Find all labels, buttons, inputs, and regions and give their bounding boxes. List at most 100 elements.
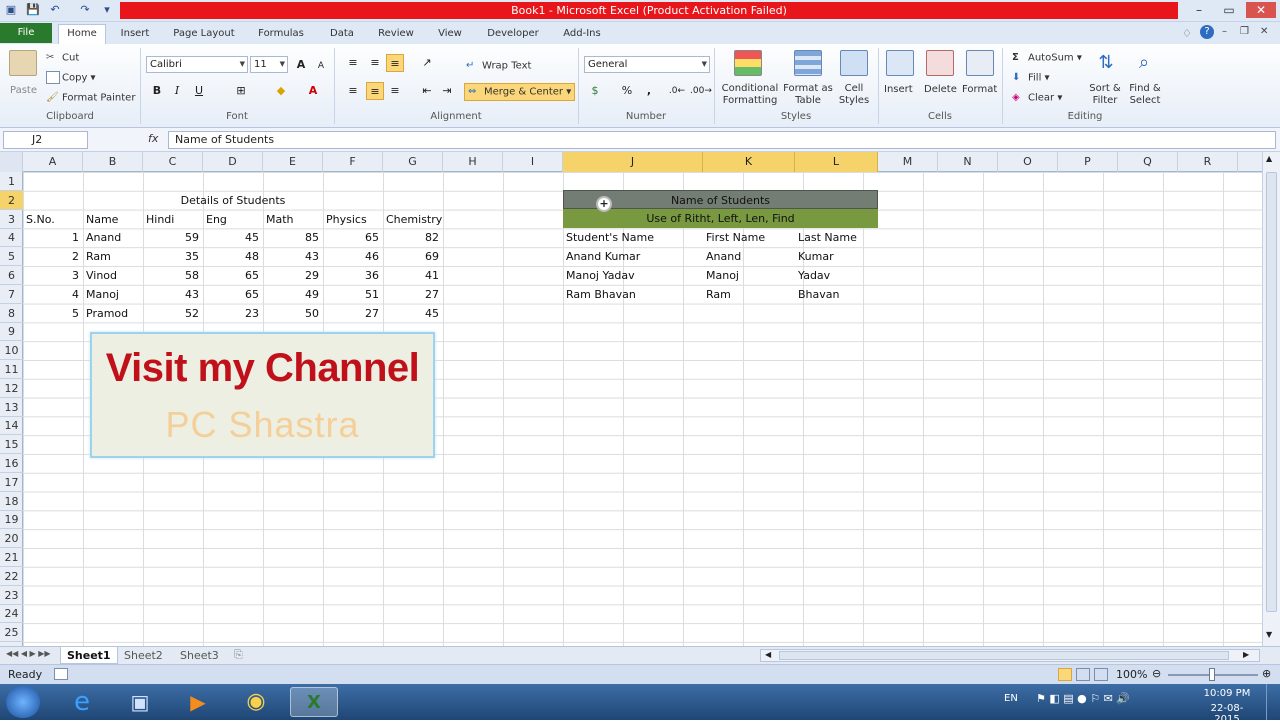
row-header[interactable]: 14 xyxy=(0,416,23,436)
sheet-nav-icon[interactable]: ◀◀ ◀ ▶ ▶▶ xyxy=(6,649,51,658)
col-header[interactable]: F xyxy=(323,152,383,172)
horizontal-scrollbar[interactable]: ◀ ▶ xyxy=(760,649,1260,662)
collapse-ribbon-icon[interactable]: ♢ xyxy=(1182,27,1192,40)
help-icon[interactable]: ? xyxy=(1200,25,1214,39)
table1-header-cell[interactable]: Chemistry xyxy=(383,210,443,229)
table1-cell[interactable]: 52 xyxy=(143,304,203,323)
table1-cell[interactable]: 41 xyxy=(383,266,443,285)
table1-cell[interactable]: 43 xyxy=(143,285,203,304)
table1-cell[interactable]: 58 xyxy=(143,266,203,285)
redo-icon[interactable]: ↷ xyxy=(78,3,92,17)
select-all-button[interactable] xyxy=(0,152,23,172)
table1-cell[interactable]: 5 xyxy=(23,304,83,323)
tray-icons[interactable]: ⚑ ◧ ▤ ● ⚐ ✉ 🔊 xyxy=(1036,692,1130,705)
show-desktop-button[interactable] xyxy=(1266,684,1280,720)
insert-sheet-icon[interactable]: ⎘ xyxy=(234,648,243,662)
col-header[interactable]: I xyxy=(503,152,563,172)
format-button[interactable]: Format xyxy=(962,83,997,96)
h-scroll-thumb[interactable] xyxy=(779,651,1229,660)
clock-date[interactable]: 22-08-2015 xyxy=(1198,703,1256,725)
underline-button[interactable]: U xyxy=(190,82,208,100)
merged-subtitle-cell[interactable]: Use of Ritht, Left, Len, Find xyxy=(563,209,878,228)
row-header[interactable]: 18 xyxy=(0,492,23,511)
col-header[interactable]: M xyxy=(878,152,938,172)
page-break-view-icon[interactable] xyxy=(1094,668,1108,681)
table2-cell[interactable]: Manoj xyxy=(703,266,795,285)
tab-view[interactable]: View xyxy=(430,25,470,44)
shrink-font-button[interactable]: A xyxy=(312,57,330,75)
scroll-left-icon[interactable]: ◀ xyxy=(765,650,771,659)
sheet-tab[interactable]: Sheet1 xyxy=(60,647,118,664)
row-header[interactable]: 7 xyxy=(0,285,23,304)
align-top-icon[interactable]: ≡ xyxy=(344,54,362,72)
row-header[interactable]: 8 xyxy=(0,304,23,323)
table1-cell[interactable]: Vinod xyxy=(83,266,143,285)
table1-cell[interactable]: Pramod xyxy=(83,304,143,323)
macro-record-icon[interactable] xyxy=(54,668,68,680)
col-header[interactable]: E xyxy=(263,152,323,172)
merge-center-button[interactable]: ⇔ Merge & Center ▾ xyxy=(464,83,576,101)
chrome-icon[interactable]: ◉ xyxy=(232,687,280,717)
table1-cell[interactable]: 29 xyxy=(263,266,323,285)
row-header[interactable]: 17 xyxy=(0,473,23,492)
autosum-button[interactable]: Σ AutoSum ▾ xyxy=(1012,51,1082,65)
table1-cell[interactable]: 43 xyxy=(263,247,323,266)
conditional-formatting-button[interactable]: Conditional Formatting xyxy=(720,83,780,107)
tab-home[interactable]: Home xyxy=(58,24,106,44)
table2-header-cell[interactable]: Student's Name xyxy=(563,228,703,247)
font-size-select[interactable]: 11 ▼ xyxy=(250,56,288,73)
table1-cell[interactable]: 2 xyxy=(23,247,83,266)
col-header[interactable]: H xyxy=(443,152,503,172)
align-center-icon[interactable]: ≡ xyxy=(366,82,384,100)
number-format-select[interactable]: General ▼ xyxy=(584,56,710,73)
table1-cell[interactable]: 65 xyxy=(203,285,263,304)
col-header[interactable]: O xyxy=(998,152,1058,172)
tab-review[interactable]: Review xyxy=(372,25,420,44)
scroll-down-icon[interactable]: ▼ xyxy=(1266,630,1272,639)
paste-button[interactable]: Paste xyxy=(10,84,37,97)
minimize-button[interactable]: – xyxy=(1184,2,1214,18)
table1-header-cell[interactable]: Hindi xyxy=(143,210,203,229)
row-header[interactable]: 11 xyxy=(0,360,23,379)
borders-icon[interactable]: ⊞ xyxy=(232,82,250,100)
tab-add-ins[interactable]: Add-Ins xyxy=(556,25,608,44)
tab-file[interactable]: File xyxy=(0,23,52,43)
language-indicator[interactable]: EN xyxy=(1004,693,1018,704)
table1-cell[interactable]: 49 xyxy=(263,285,323,304)
zoom-out-icon[interactable]: ⊖ xyxy=(1152,667,1161,680)
table1-cell[interactable]: 59 xyxy=(143,228,203,247)
table2-header-cell[interactable]: Last Name xyxy=(795,228,878,247)
zoom-in-icon[interactable]: ⊕ xyxy=(1262,667,1271,680)
table1-cell[interactable]: 48 xyxy=(203,247,263,266)
table1-cell[interactable]: 50 xyxy=(263,304,323,323)
row-header[interactable]: 23 xyxy=(0,586,23,605)
table1-header-cell[interactable]: Math xyxy=(263,210,323,229)
table1-cell[interactable]: 1 xyxy=(23,228,83,247)
insert-button[interactable]: Insert xyxy=(884,83,913,96)
table1-cell[interactable]: 85 xyxy=(263,228,323,247)
close-button[interactable]: ✕ xyxy=(1246,2,1276,18)
formula-input[interactable]: Name of Students xyxy=(168,131,1276,149)
copy-button[interactable]: Copy ▾ xyxy=(46,71,96,85)
align-left-icon[interactable]: ≡ xyxy=(344,82,362,100)
row-header[interactable]: 2 xyxy=(0,190,23,210)
row-header[interactable]: 22 xyxy=(0,567,23,586)
decrease-indent-icon[interactable]: ⇤ xyxy=(418,82,436,100)
orientation-icon[interactable]: ↗ xyxy=(418,54,436,72)
table1-cell[interactable]: 45 xyxy=(383,304,443,323)
undo-icon[interactable]: ↶ xyxy=(48,3,62,17)
table1-cell[interactable]: 36 xyxy=(323,266,383,285)
increase-decimal-icon[interactable]: .0← xyxy=(668,82,686,100)
maximize-button[interactable]: ▭ xyxy=(1214,2,1244,18)
scroll-up-icon[interactable]: ▲ xyxy=(1266,154,1272,163)
percent-button[interactable]: % xyxy=(618,82,636,100)
tab-data[interactable]: Data xyxy=(322,25,362,44)
row-header[interactable]: 16 xyxy=(0,454,23,473)
insert-function-button[interactable]: fx xyxy=(148,132,158,145)
italic-button[interactable]: I xyxy=(168,82,186,100)
delete-button[interactable]: Delete xyxy=(924,83,957,96)
scroll-right-icon[interactable]: ▶ xyxy=(1243,650,1249,659)
tab-formulas[interactable]: Formulas xyxy=(250,25,312,44)
start-button[interactable] xyxy=(6,686,40,718)
zoom-level[interactable]: 100% xyxy=(1116,668,1147,681)
